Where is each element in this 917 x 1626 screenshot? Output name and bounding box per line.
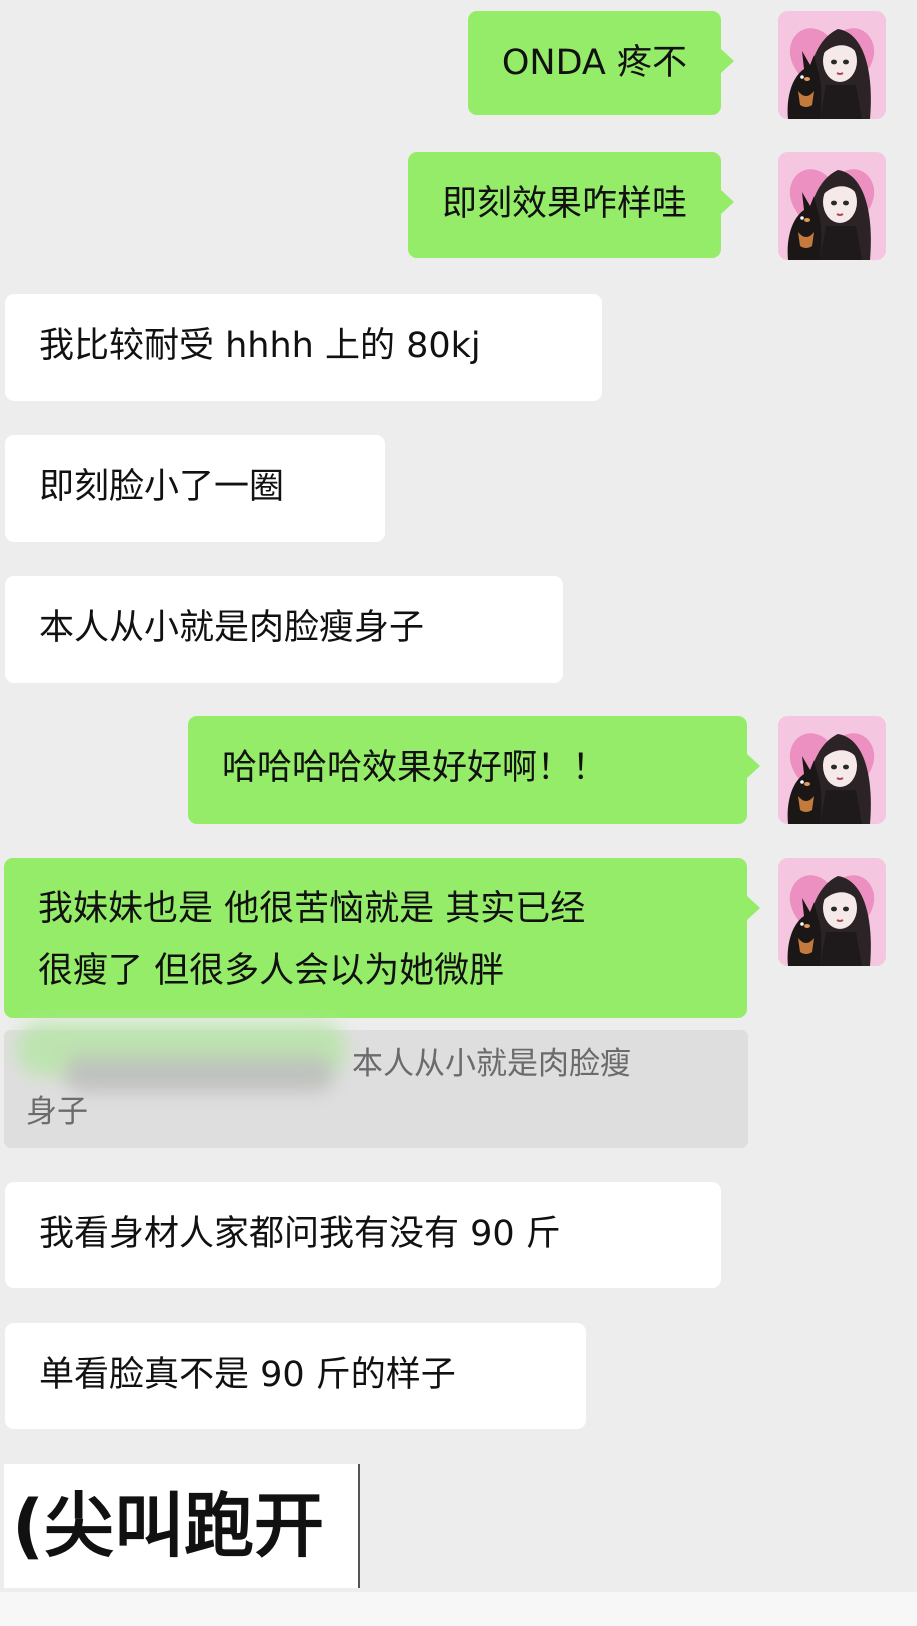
- message-text: 单看脸真不是 90 斤的样子: [39, 1355, 456, 1395]
- quote-text-line: 身子: [26, 1094, 88, 1130]
- bottom-strip: [0, 1592, 917, 1626]
- message-bubble-received[interactable]: 本人从小就是肉脸瘦身子: [5, 576, 563, 683]
- quoted-message[interactable]: 本人从小就是肉脸瘦 身子: [4, 1022, 748, 1148]
- avatar-girl-with-doberman-icon: [778, 716, 886, 824]
- user-avatar[interactable]: [778, 11, 886, 119]
- message-bubble-received[interactable]: 我比较耐受 hhhh 上的 80kj: [5, 294, 602, 401]
- message-text: 即刻效果咋样哇: [441, 184, 687, 224]
- avatar-girl-with-doberman-icon: [778, 11, 886, 119]
- user-avatar[interactable]: [778, 858, 886, 966]
- quote-text-line: 本人从小就是肉脸瘦: [352, 1046, 631, 1082]
- message-bubble-received[interactable]: 我看身材人家都问我有没有 90 斤: [5, 1182, 721, 1288]
- message-text-line: 我妹妹也是 他很苦恼就是 其实已经: [38, 889, 586, 929]
- message-bubble-received[interactable]: 即刻脸小了一圈: [5, 435, 385, 542]
- message-bubble-sent[interactable]: 即刻效果咋样哇: [407, 152, 735, 258]
- message-text: 我看身材人家都问我有没有 90 斤: [39, 1214, 561, 1254]
- caption-text: (尖叫跑开: [4, 1464, 360, 1588]
- user-avatar[interactable]: [778, 152, 886, 260]
- message-bubble-sent[interactable]: 我妹妹也是 他很苦恼就是 其实已经 很瘦了 但很多人会以为她微胖: [4, 858, 760, 1018]
- message-text: 即刻脸小了一圈: [39, 467, 285, 507]
- message-bubble-received[interactable]: 单看脸真不是 90 斤的样子: [5, 1323, 586, 1429]
- message-text: 本人从小就是肉脸瘦身子: [39, 608, 425, 648]
- user-avatar[interactable]: [778, 716, 886, 824]
- message-bubble-sent[interactable]: 哈哈哈哈效果好好啊！！: [188, 716, 760, 824]
- message-text-line: 很瘦了 但很多人会以为她微胖: [38, 951, 505, 991]
- message-text: 哈哈哈哈效果好好啊！！: [222, 748, 608, 788]
- message-bubble-sent[interactable]: ONDA 疼不: [467, 11, 735, 115]
- avatar-girl-with-doberman-icon: [778, 858, 886, 966]
- avatar-girl-with-doberman-icon: [778, 152, 886, 260]
- message-text: ONDA 疼不: [501, 43, 687, 83]
- message-text: 我比较耐受 hhhh 上的 80kj: [39, 326, 481, 366]
